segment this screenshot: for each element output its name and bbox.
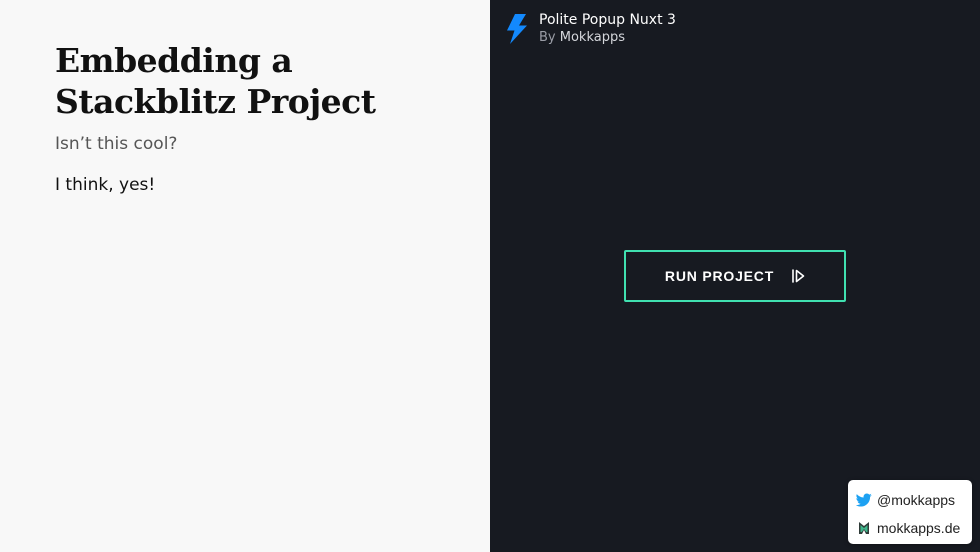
slide-title-line-1: Embedding a [55,41,293,80]
slide: Embedding a Stackblitz Project Isn’t thi… [0,0,980,552]
run-project-button[interactable]: RUN PROJECT [624,250,846,302]
twitter-bird-icon [856,493,872,507]
social-links-card: @mokkapps mokkapps.de [848,480,972,544]
slide-subtitle: Isn’t this cool? [55,134,178,154]
project-meta: Polite Popup Nuxt 3 By Mokkapps [539,12,676,46]
slide-body-text: I think, yes! [55,175,156,195]
embed-header[interactable]: Polite Popup Nuxt 3 By Mokkapps [506,12,676,46]
slide-title: Embedding a Stackblitz Project [55,40,490,122]
byline-prefix: By [539,30,556,45]
twitter-link[interactable]: @mokkapps [856,487,972,513]
run-project-label: RUN PROJECT [664,268,775,284]
website-url: mokkapps.de [877,520,961,536]
lightning-bolt-icon [507,14,527,44]
slide-title-line-2: Stackblitz Project [55,82,376,121]
project-author[interactable]: Mokkapps [560,30,625,45]
twitter-handle: @mokkapps [877,492,956,508]
website-link[interactable]: mokkapps.de [856,515,972,541]
slide-content: Embedding a Stackblitz Project Isn’t thi… [0,0,490,552]
project-title[interactable]: Polite Popup Nuxt 3 [539,12,676,29]
project-byline: By Mokkapps [539,29,676,46]
mokkapps-logo-icon [859,522,869,534]
stackblitz-embed: Polite Popup Nuxt 3 By Mokkapps RUN PROJ… [490,0,980,552]
play-icon [792,269,805,283]
